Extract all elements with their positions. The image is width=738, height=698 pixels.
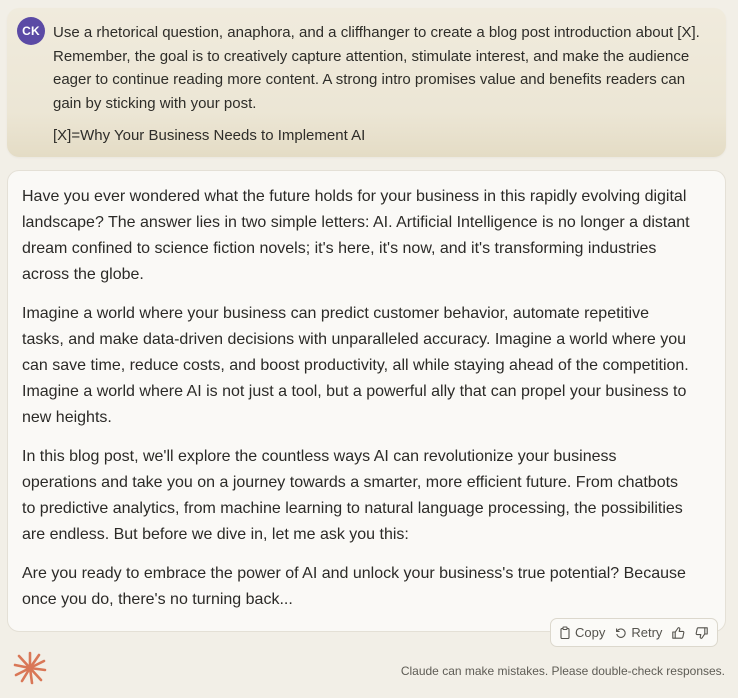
copy-button[interactable]: Copy: [559, 625, 605, 640]
user-message: CK Use a rhetorical question, anaphora, …: [7, 8, 726, 157]
assistant-message: Have you ever wondered what the future h…: [7, 170, 726, 632]
user-avatar[interactable]: CK: [17, 17, 45, 45]
claude-logo-icon: [12, 650, 48, 686]
clipboard-icon: [559, 626, 571, 639]
copy-label: Copy: [575, 625, 606, 640]
assistant-message-text: Have you ever wondered what the future h…: [22, 184, 692, 613]
user-paragraph: Use a rhetorical question, anaphora, and…: [53, 24, 700, 112]
assistant-paragraph: Imagine a world where your business can …: [22, 305, 689, 426]
assistant-paragraph: In this blog post, we'll explore the cou…: [22, 448, 683, 543]
assistant-paragraph: Have you ever wondered what the future h…: [22, 188, 690, 283]
retry-label: Retry: [631, 625, 663, 640]
thumbs-down-icon[interactable]: [695, 626, 709, 639]
user-message-text: Use a rhetorical question, anaphora, and…: [53, 21, 713, 148]
retry-button[interactable]: Retry: [615, 625, 662, 640]
user-paragraph: [X]=Why Your Business Needs to Implement…: [53, 127, 366, 144]
refresh-icon: [615, 627, 627, 639]
disclaimer-text: Claude can make mistakes. Please double-…: [400, 664, 725, 678]
chat-page: CK Use a rhetorical question, anaphora, …: [0, 0, 738, 698]
message-actions: Copy Retry: [550, 618, 718, 647]
thumbs-up-icon[interactable]: [672, 626, 685, 639]
assistant-paragraph: Are you ready to embrace the power of AI…: [22, 565, 686, 608]
